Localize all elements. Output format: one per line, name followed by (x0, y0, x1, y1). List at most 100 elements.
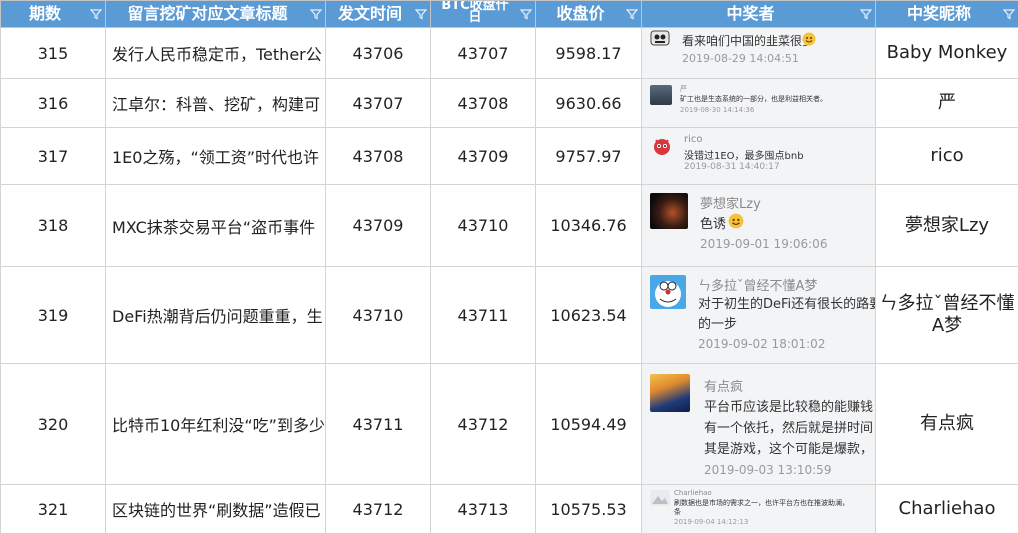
header-post-time[interactable]: 发文时间 (325, 0, 431, 28)
cell-winner[interactable]: 夢想家Lzy 色诱 2019-09-01 19:06:06 (641, 184, 876, 267)
header-btc-day[interactable]: BTC收盘什日 (430, 0, 536, 28)
header-nickname-label: 中奖昵称 (906, 4, 971, 23)
cell-btc-day[interactable]: 43709 (430, 127, 536, 185)
cell-btc-day[interactable]: 43707 (430, 27, 536, 79)
cell-btc-day[interactable]: 43712 (430, 363, 536, 485)
cell-close[interactable]: 9598.17 (535, 27, 642, 79)
comment-time: 2019-08-31 14:40:17 (684, 162, 780, 172)
cell-title[interactable]: DeFi热潮背后仍问题重重，生 (105, 266, 326, 364)
cell-title[interactable]: 江卓尔：科普、挖矿，构建可 (105, 78, 326, 128)
cell-issue[interactable]: 320 (0, 363, 106, 485)
cell-post-time[interactable]: 43709 (325, 184, 431, 267)
cell-issue[interactable]: 318 (0, 184, 106, 267)
cell-close[interactable]: 10346.76 (535, 184, 642, 267)
cell-nickname[interactable]: rico (875, 127, 1018, 185)
cell-winner[interactable]: ㄣ多拉ˇ曾经不懂A梦 对于初生的DeFi还有很长的路要 的一步 2019-09-… (641, 266, 876, 364)
spreadsheet: 期数 留言挖矿对应文章标题 发文时间 BTC收盘什日 收盘价 中奖者 中奖昵称 … (0, 0, 1018, 534)
cell-nickname[interactable]: Charliehao (875, 484, 1018, 534)
avatar-icon (650, 490, 670, 506)
comment-text-line2: 的一步 (698, 317, 738, 332)
cell-issue[interactable]: 319 (0, 266, 106, 364)
comment-text: 刷数据也是市场的需求之一，也许平台方也在推波助澜， (674, 499, 849, 507)
cell-post-time[interactable]: 43711 (325, 363, 431, 485)
cell-winner[interactable]: 严 矿工也是生态系统的一部分，也是利益相关者。 2019-08-30 14:14… (641, 78, 876, 128)
smile-emoji-icon (728, 213, 744, 229)
cell-close[interactable]: 10575.53 (535, 484, 642, 534)
cell-post-time[interactable]: 43710 (325, 266, 431, 364)
cell-title[interactable]: MXC抹茶交易平台“盗币事件 (105, 184, 326, 267)
cell-title[interactable]: 比特币10年红利没“吃”到多少 (105, 363, 326, 485)
filter-dropdown-icon[interactable] (520, 8, 532, 20)
red-mascot-avatar-icon (654, 139, 670, 155)
comment-username: Charliehao (674, 489, 712, 497)
comment-username: 夢想家Lzy (700, 197, 761, 212)
header-winner[interactable]: 中奖者 (641, 0, 876, 28)
filter-dropdown-icon[interactable] (860, 8, 872, 20)
header-winner-label: 中奖者 (726, 4, 775, 23)
cell-nickname[interactable]: 夢想家Lzy (875, 184, 1018, 267)
cell-nickname[interactable]: 有点疯 (875, 363, 1018, 485)
cell-close[interactable]: 10623.54 (535, 266, 642, 364)
cell-post-time[interactable]: 43706 (325, 27, 431, 79)
cell-issue[interactable]: 315 (0, 27, 106, 79)
header-nickname[interactable]: 中奖昵称 (875, 0, 1018, 28)
avatar (650, 193, 688, 229)
comment-time: 2019-09-03 13:10:59 (704, 463, 832, 477)
cell-close[interactable]: 10594.49 (535, 363, 642, 485)
header-btc-line2: 日 (468, 9, 482, 25)
winners-table: 期数 留言挖矿对应文章标题 发文时间 BTC收盘什日 收盘价 中奖者 中奖昵称 … (0, 0, 1018, 534)
comment-text: 矿工也是生态系统的一部分，也是利益相关者。 (680, 95, 827, 103)
cell-winner[interactable]: rico 没错过1EO，最多囤点bnb 2019-08-31 14:40:17 (641, 127, 876, 185)
cell-btc-day[interactable]: 43710 (430, 184, 536, 267)
doraemon-avatar-icon (650, 275, 686, 309)
cell-post-time[interactable]: 43708 (325, 127, 431, 185)
cell-btc-day[interactable]: 43711 (430, 266, 536, 364)
filter-dropdown-icon[interactable] (626, 8, 638, 20)
cell-nickname[interactable]: 严 (875, 78, 1018, 128)
cell-issue[interactable]: 316 (0, 78, 106, 128)
comment-text: 平台币应该是比较稳的能赚钱 (704, 400, 874, 415)
filter-dropdown-icon[interactable] (90, 8, 102, 20)
cell-issue[interactable]: 321 (0, 484, 106, 534)
table-row[interactable]: 318 MXC抹茶交易平台“盗币事件 43709 43710 10346.76 … (0, 184, 1018, 267)
cell-title[interactable]: 发行人民币稳定币，Tether公 (105, 27, 326, 79)
cell-btc-day[interactable]: 43708 (430, 78, 536, 128)
comment-username: ㄣ多拉ˇ曾经不懂A梦 (698, 279, 818, 294)
comment-time: 2019-09-02 18:01:02 (698, 337, 826, 351)
comment-text: 对于初生的DeFi还有很长的路要 (698, 297, 876, 312)
cell-title[interactable]: 1E0之殇，“领工资”时代也许 (105, 127, 326, 185)
cell-title[interactable]: 区块链的世界“刷数据”造假已 (105, 484, 326, 534)
cell-close[interactable]: 9630.66 (535, 78, 642, 128)
header-close[interactable]: 收盘价 (535, 0, 642, 28)
comment-username: 有点疯 (704, 380, 744, 395)
table-row[interactable]: 315 发行人民币稳定币，Tether公 43706 43707 9598.17… (0, 27, 1018, 79)
cell-post-time[interactable]: 43707 (325, 78, 431, 128)
comment-text: 没错过1EO，最多囤点bnb (684, 151, 804, 162)
cell-close[interactable]: 9757.97 (535, 127, 642, 185)
cell-btc-day[interactable]: 43713 (430, 484, 536, 534)
cell-winner[interactable]: Charliehao 刷数据也是市场的需求之一，也许平台方也在推波助澜， 条 2… (641, 484, 876, 534)
table-row[interactable]: 320 比特币10年红利没“吃”到多少 43711 43712 10594.49… (0, 363, 1018, 485)
cell-nickname[interactable]: ㄣ多拉ˇ曾经不懂A梦 (875, 266, 1018, 364)
comment-text: 看来咱们中国的韭菜很多 (682, 34, 815, 48)
comment-text-line2: 条 (674, 508, 681, 516)
avatar (650, 85, 672, 105)
table-row[interactable]: 319 DeFi热潮背后仍问题重重，生 43710 43711 10623.54… (0, 266, 1018, 364)
table-row[interactable]: 317 1E0之殇，“领工资”时代也许 43708 43709 9757.97 … (0, 127, 1018, 185)
header-title[interactable]: 留言挖矿对应文章标题 (105, 0, 326, 28)
smile-emoji-icon (802, 32, 816, 46)
filter-dropdown-icon[interactable] (1003, 8, 1015, 20)
cell-winner[interactable]: 看来咱们中国的韭菜很多 2019-08-29 14:04:51 (641, 27, 876, 79)
cell-issue[interactable]: 317 (0, 127, 106, 185)
comment-time: 2019-08-30 14:14:36 (680, 106, 755, 114)
header-issue[interactable]: 期数 (0, 0, 106, 28)
cell-post-time[interactable]: 43712 (325, 484, 431, 534)
avatar (650, 374, 690, 412)
table-row[interactable]: 321 区块链的世界“刷数据”造假已 43712 43713 10575.53 … (0, 484, 1018, 534)
table-row[interactable]: 316 江卓尔：科普、挖矿，构建可 43707 43708 9630.66 严 … (0, 78, 1018, 128)
header-title-label: 留言挖矿对应文章标题 (127, 4, 288, 23)
cell-nickname[interactable]: Baby Monkey (875, 27, 1018, 79)
filter-dropdown-icon[interactable] (310, 8, 322, 20)
cell-winner[interactable]: 有点疯 平台币应该是比较稳的能赚钱 有一个依托，然后就是拼时间 其是游戏，这个可… (641, 363, 876, 485)
filter-dropdown-icon[interactable] (415, 8, 427, 20)
